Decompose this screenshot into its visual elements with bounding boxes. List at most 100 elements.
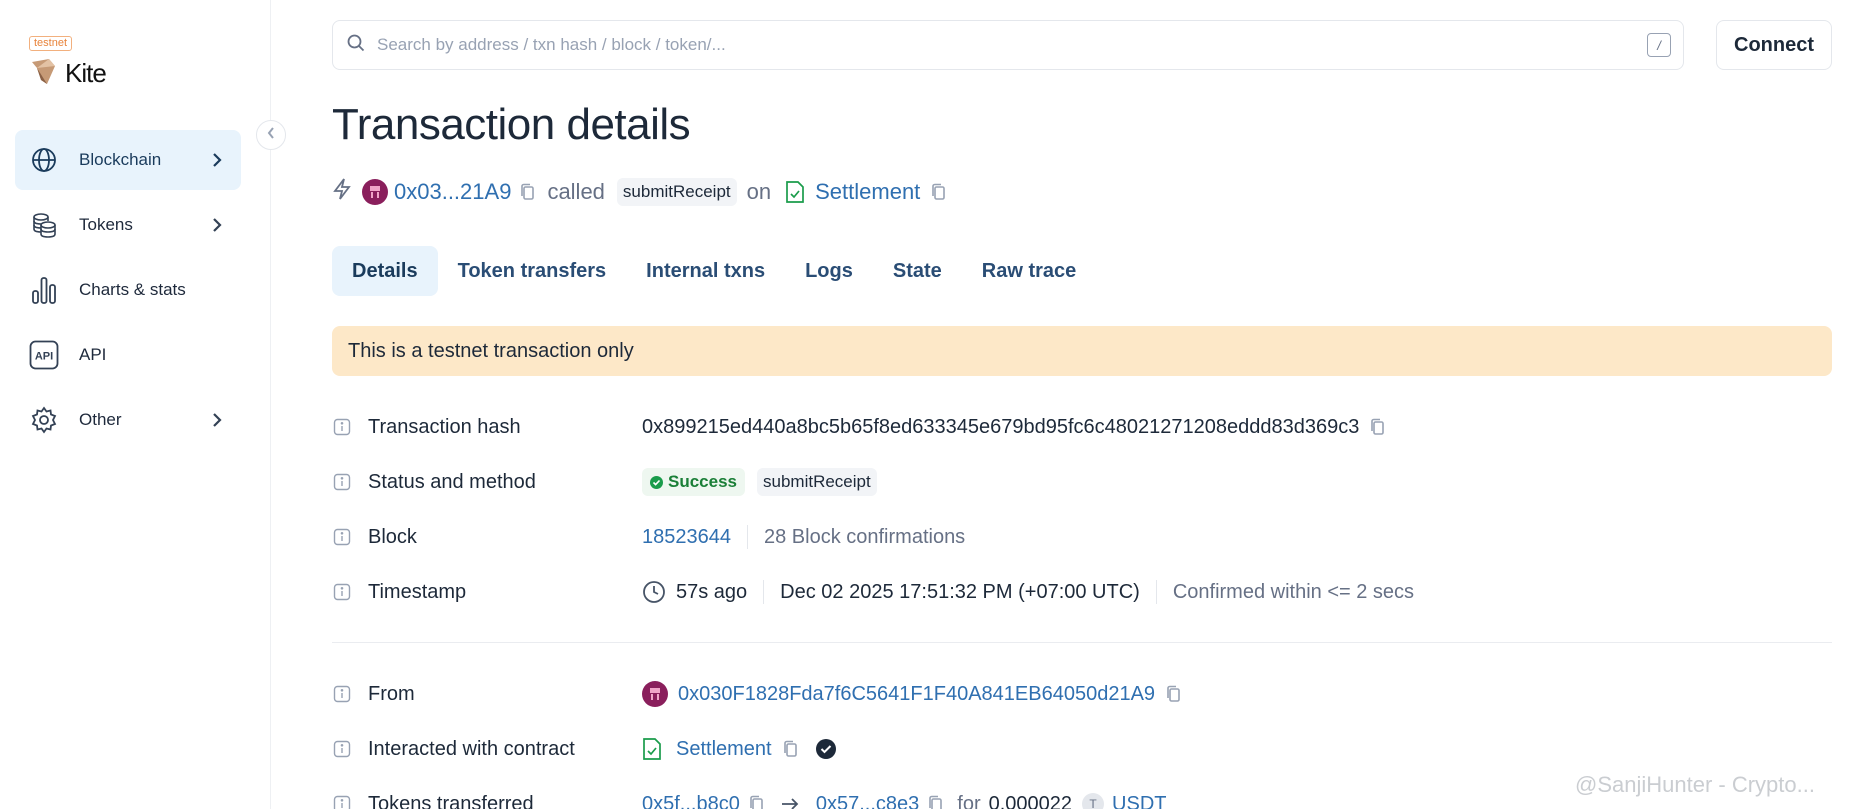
search-bar[interactable]: Search by address / txn hash / block / t… [332, 20, 1684, 70]
avatar [642, 681, 668, 707]
info-icon[interactable] [332, 794, 352, 809]
connect-button[interactable]: Connect [1716, 20, 1832, 70]
search-icon [347, 34, 365, 57]
tab-internal-txns[interactable]: Internal txns [626, 246, 785, 296]
watermark-text: @SanjiHunter - Crypto... [1575, 772, 1815, 797]
sidebar-item-label: Blockchain [79, 150, 162, 169]
chevron-left-icon [266, 126, 276, 145]
sidebar-collapse-button[interactable] [256, 120, 286, 150]
row-label: Timestamp [368, 580, 467, 603]
from-address-link[interactable]: 0x03...21A9 [394, 179, 511, 205]
tab-state[interactable]: State [873, 246, 962, 296]
info-icon[interactable] [332, 582, 352, 602]
contract-link[interactable]: Settlement [815, 179, 920, 205]
brand-name: Kite [65, 58, 107, 88]
row-label: Transaction hash [368, 415, 521, 438]
verified-contract-icon [785, 180, 805, 204]
gear-icon [29, 405, 59, 435]
divider [763, 580, 765, 604]
row-label: Status and method [368, 470, 536, 493]
sidebar-item-label: API [79, 345, 107, 364]
token-amount: 0.000022 [988, 792, 1073, 809]
banner-text: This is a testnet transaction only [348, 339, 634, 362]
check-circle-icon [650, 475, 663, 489]
testnet-banner: This is a testnet transaction only [332, 326, 1832, 376]
detail-row-tx-hash: Transaction hash 0x899215ed440a8bc5b65f8… [332, 412, 1385, 442]
sidebar-item-other[interactable]: Other [15, 390, 241, 450]
method-chip: submitReceipt [616, 178, 737, 206]
token-link[interactable]: USDT [1112, 793, 1166, 809]
detail-row-tokens: Tokens transferred 0x5f...b8c0 0x57...c8… [332, 789, 1166, 809]
sidebar-item-label: Charts & stats [79, 280, 186, 299]
info-icon[interactable] [332, 684, 352, 704]
from-address-link[interactable]: 0x030F1828Fda7f6C5641F1F40A841EB64050d21… [678, 683, 1155, 706]
watermark: @SanjiHunter - Crypto... [1575, 772, 1815, 798]
copy-icon[interactable] [930, 183, 946, 201]
divider [1155, 580, 1157, 604]
sidebar-item-blockchain[interactable]: Blockchain [15, 130, 241, 190]
lightning-icon [332, 177, 352, 207]
contract-link[interactable]: Settlement [676, 738, 772, 761]
confirmation-duration: Confirmed within <= 2 secs [1172, 580, 1415, 603]
sidebar-item-label: Other [79, 410, 122, 429]
sidebar-item-charts-stats[interactable]: Charts & stats [15, 260, 241, 320]
chevron-right-icon [205, 216, 229, 234]
tab-logs[interactable]: Logs [785, 246, 873, 296]
detail-row-from: From 0x030F1828Fda7f6C5641F1F40A841EB640… [332, 679, 1180, 709]
bar-chart-icon [29, 275, 59, 305]
row-label: Interacted with contract [368, 737, 575, 760]
section-divider [332, 642, 1832, 643]
copy-icon[interactable] [519, 183, 535, 201]
tab-token-transfers[interactable]: Token transfers [438, 246, 627, 296]
detail-row-contract: Interacted with contract Settlement [332, 734, 836, 764]
clock-icon [642, 580, 666, 604]
status-badge: Success [642, 468, 745, 496]
sidebar-item-api[interactable]: API API [15, 325, 241, 385]
copy-icon[interactable] [748, 795, 764, 809]
timestamp-ago: 57s ago [676, 580, 748, 603]
block-confirmations: 28 Block confirmations [763, 525, 966, 548]
token-from-link[interactable]: 0x5f...b8c0 [642, 793, 740, 809]
row-label: From [368, 682, 415, 705]
sidebar-item-tokens[interactable]: Tokens [15, 195, 241, 255]
method-chip: submitReceipt [757, 468, 877, 496]
block-number-link[interactable]: 18523644 [642, 526, 731, 549]
arrow-right-icon [780, 796, 800, 809]
info-icon[interactable] [332, 739, 352, 759]
info-icon[interactable] [332, 472, 352, 492]
for-text: for [957, 792, 981, 809]
copy-icon[interactable] [1165, 685, 1181, 703]
tab-bar: Details Token transfers Internal txns Lo… [332, 246, 1096, 296]
timestamp-date: Dec 02 2025 17:51:32 PM (+07:00 UTC) [780, 580, 1140, 603]
avatar [362, 179, 388, 205]
coins-icon [29, 210, 59, 240]
tab-details[interactable]: Details [332, 246, 438, 296]
testnet-badge: testnet [29, 36, 73, 51]
info-icon[interactable] [332, 417, 352, 437]
row-label: Tokens transferred [368, 792, 534, 809]
on-text: on [746, 179, 772, 204]
divider [746, 525, 748, 549]
token-to-link[interactable]: 0x57...c8e3 [816, 793, 919, 809]
copy-icon[interactable] [927, 795, 943, 809]
svg-text:API: API [35, 351, 53, 363]
called-text: called [547, 179, 605, 204]
logo[interactable]: testnet Kite [29, 33, 107, 91]
verified-contract-icon [642, 737, 662, 761]
detail-row-status: Status and method Success submitReceipt [332, 467, 877, 497]
verified-check-icon [815, 739, 836, 759]
tab-raw-trace[interactable]: Raw trace [962, 246, 1097, 296]
copy-icon[interactable] [1369, 418, 1385, 436]
info-icon[interactable] [332, 527, 352, 547]
chevron-right-icon [205, 411, 229, 429]
search-shortcut-key: / [1647, 33, 1671, 57]
globe-icon [29, 145, 59, 175]
search-input[interactable]: Search by address / txn hash / block / t… [377, 35, 1647, 55]
copy-icon[interactable] [782, 740, 798, 758]
sidebar-nav: Blockchain Tokens Charts & stats API API… [15, 130, 241, 455]
detail-row-block: Block 18523644 28 Block confirmations [332, 522, 965, 552]
sidebar-item-label: Tokens [79, 215, 133, 234]
chevron-right-icon [205, 151, 229, 169]
sidebar: testnet Kite Blockchain Tokens Charts & … [0, 0, 271, 809]
api-icon: API [29, 340, 59, 370]
